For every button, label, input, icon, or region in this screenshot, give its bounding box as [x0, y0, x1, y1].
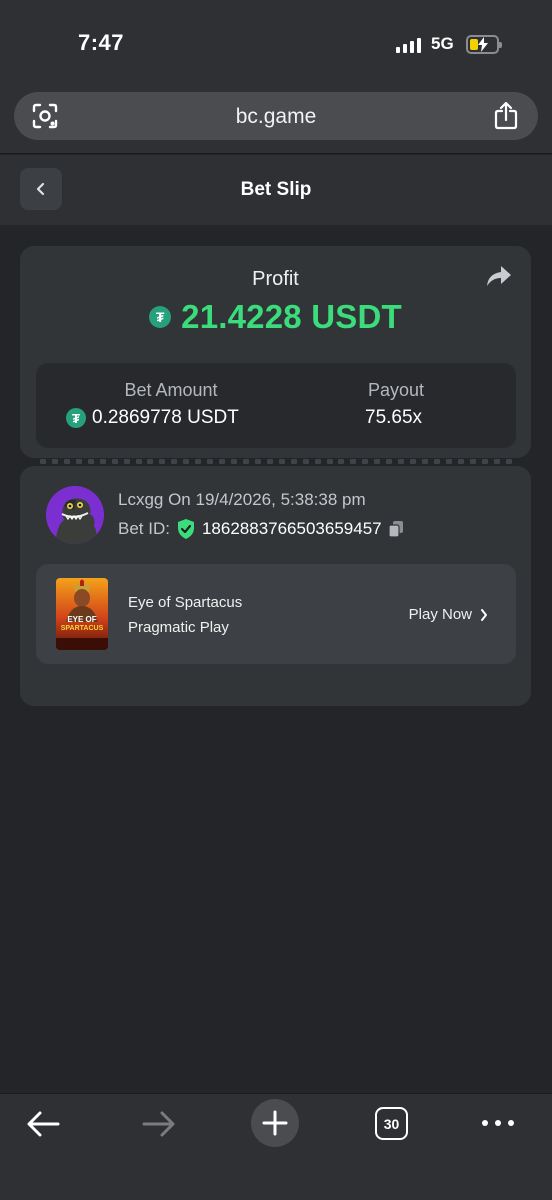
game-name: Eye of Spartacus — [128, 594, 243, 611]
bet-id-row: Bet ID: 1862883766503659457 — [118, 518, 404, 540]
status-bar: 7:47 5G — [0, 0, 552, 86]
profit-label: Profit — [252, 268, 299, 290]
avatar[interactable] — [46, 486, 104, 544]
browser-toolbar: 30 — [0, 1093, 552, 1200]
game-thumb-title-bottom: SPARTACUS — [60, 625, 104, 632]
share-icon[interactable] — [494, 101, 518, 135]
game-row[interactable]: EYE OF SPARTACUS Eye of Spartacus Pragma… — [36, 564, 516, 664]
profit-amount: 21.4228 USDT — [181, 298, 402, 335]
signal-icon — [396, 37, 421, 53]
ticket-perforation — [40, 459, 512, 465]
game-thumbnail[interactable]: EYE OF SPARTACUS — [56, 578, 108, 650]
bet-details-box: Bet Amount ₮ 0.2869778 USDT Payout 75.65… — [36, 363, 516, 448]
bet-amount-label: Bet Amount — [124, 380, 218, 400]
network-type: 5G — [431, 34, 454, 53]
tether-icon: ₮ — [66, 408, 86, 428]
battery-icon — [466, 35, 502, 54]
bet-amount-value: 0.2869778 USDT — [92, 407, 239, 428]
tether-icon: ₮ — [149, 306, 172, 328]
bet-id: 1862883766503659457 — [201, 519, 382, 538]
new-tab-button[interactable] — [251, 1099, 299, 1147]
bet-info-card: Lcxgg On 19/4/2026, 5:38:38 pm Bet ID: 1… — [20, 466, 531, 706]
more-options-icon[interactable] — [482, 1120, 514, 1126]
play-now-button[interactable]: Play Now — [409, 606, 488, 623]
bettor-and-time: Lcxgg On 19/4/2026, 5:38:38 pm — [118, 490, 366, 509]
share-arrow-icon[interactable] — [485, 264, 513, 293]
url-text: bc.game — [235, 105, 317, 128]
browser-top-bar: bc.game — [0, 86, 552, 154]
profit-amount-row: ₮ 21.4228 USDT — [20, 298, 531, 336]
chevron-right-icon — [481, 608, 487, 621]
address-bar[interactable]: bc.game — [14, 92, 538, 140]
payout-label: Payout — [367, 380, 425, 400]
game-provider: Pragmatic Play — [128, 619, 229, 636]
clock: 7:47 — [78, 30, 125, 55]
page-header: Bet Slip — [0, 155, 552, 225]
browser-forward-arrow-icon[interactable] — [142, 1110, 176, 1143]
verified-shield-icon — [177, 519, 194, 539]
tab-count-button[interactable]: 30 — [375, 1107, 408, 1140]
payout-value: 75.65x — [365, 407, 423, 428]
bet-id-label: Bet ID: — [118, 519, 170, 538]
plus-icon — [262, 1110, 288, 1136]
play-now-label: Play Now — [408, 606, 472, 623]
copy-icon[interactable] — [388, 520, 404, 538]
bet-amount-value-row: ₮ 0.2869778 USDT — [66, 407, 239, 429]
game-thumb-title-top: EYE OF — [67, 615, 97, 624]
page-title: Bet Slip — [240, 179, 312, 200]
browser-back-arrow-icon[interactable] — [26, 1110, 60, 1143]
profit-card: Profit ₮ 21.4228 USDT Bet Amount ₮ 0.286… — [20, 246, 531, 458]
